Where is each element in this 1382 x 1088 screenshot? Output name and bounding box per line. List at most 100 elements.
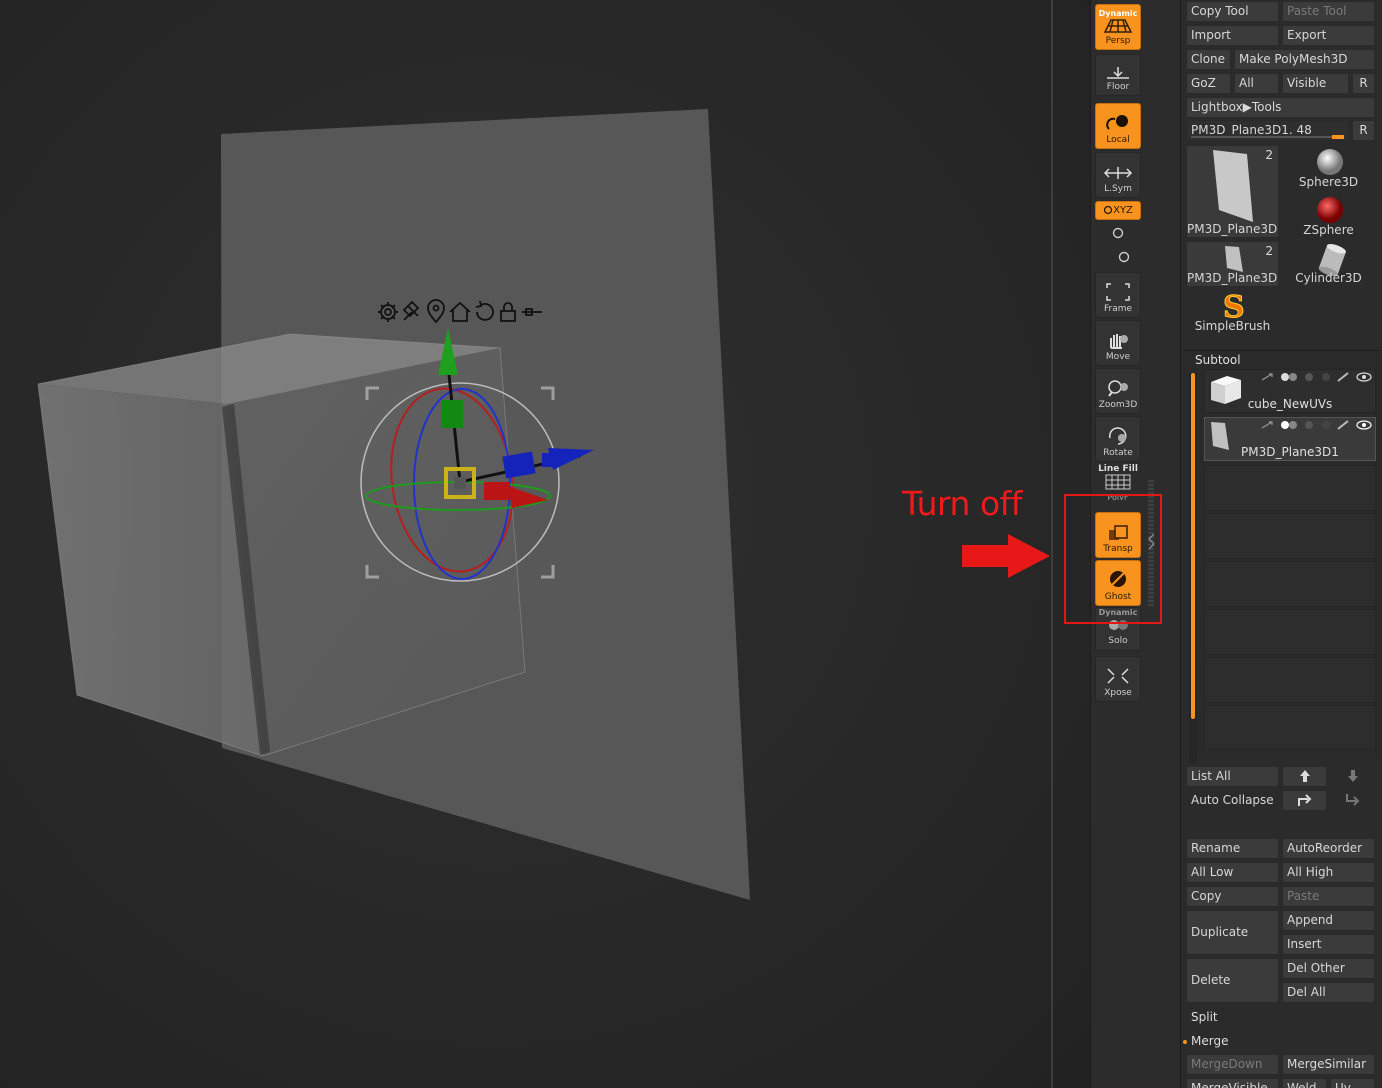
uv-button[interactable]: Uv (1330, 1078, 1375, 1088)
list-all-button[interactable]: List All (1186, 766, 1279, 787)
arrow-down-right-button[interactable] (1330, 790, 1375, 811)
split-section-header[interactable]: Split (1191, 1010, 1218, 1024)
subtool-palette: Subtool cube_NewUVs PM3D_Plane3D1 (1182, 350, 1380, 763)
delete-button[interactable]: Delete (1186, 958, 1279, 1003)
3d-viewport[interactable] (0, 0, 1090, 1088)
arrow-icon[interactable] (1260, 420, 1276, 430)
dynamic-icon[interactable] (1302, 372, 1316, 382)
floor-icon (1107, 67, 1129, 79)
xyz-label: XYZ (1113, 204, 1133, 216)
merge-section-header[interactable]: Merge (1183, 1034, 1228, 1048)
persp-button[interactable]: Dynamic Persp (1095, 4, 1141, 50)
brush-icon[interactable] (1336, 372, 1352, 382)
arrow-icon[interactable] (1260, 372, 1276, 382)
lightbox-tools-button[interactable]: Lightbox▶Tools (1186, 97, 1375, 118)
tool-thumb-cylinder3d[interactable]: Cylinder3D (1282, 241, 1375, 287)
move-down-button[interactable] (1330, 766, 1375, 787)
make-polymesh-button[interactable]: Make PolyMesh3D (1234, 49, 1375, 70)
merge-similar-button[interactable]: MergeSimilar (1282, 1054, 1375, 1075)
xyz-rotate-icon (1103, 205, 1113, 214)
tool-name: Sphere3D (1298, 175, 1359, 189)
subtool-item-cube[interactable]: cube_NewUVs (1204, 369, 1376, 413)
sphere-icon (1317, 149, 1343, 175)
all-high-button[interactable]: All High (1282, 862, 1375, 883)
eye-icon[interactable] (1355, 420, 1373, 430)
del-other-button[interactable]: Del Other (1282, 958, 1375, 979)
tool-thumb-plane-main[interactable]: 2 PM3D_Plane3D1 (1186, 145, 1279, 238)
export-button[interactable]: Export (1282, 25, 1375, 46)
zbrush-window: Turn off Dynamic Persp Floor Local L.Sym… (0, 0, 1382, 1088)
goz-r-button[interactable]: R (1352, 73, 1375, 94)
insert-button[interactable]: Insert (1282, 934, 1375, 955)
goz-visible-button[interactable]: Visible (1282, 73, 1349, 94)
tool-name: SimpleBrush (1194, 319, 1271, 333)
paste-tool-button[interactable]: Paste Tool (1282, 1, 1375, 22)
rename-button[interactable]: Rename (1186, 838, 1279, 859)
subtool-item-icons (1260, 420, 1373, 430)
expanded-dot-icon (1183, 1039, 1187, 1044)
tool-name: PM3D_Plane3D1 (1187, 222, 1278, 236)
xyz-button[interactable]: XYZ (1095, 201, 1141, 220)
local-button[interactable]: Local (1095, 103, 1141, 149)
weld-button[interactable]: Weld (1282, 1078, 1327, 1088)
current-tool-slider[interactable]: PM3D_Plane3D1. 48 (1186, 120, 1349, 141)
tool-thumb-simplebrush[interactable]: S SimpleBrush (1186, 289, 1279, 335)
subtool-empty-slot (1204, 561, 1376, 607)
zoom3d-button[interactable]: Zoom3D (1095, 368, 1141, 414)
frame-button[interactable]: Frame (1095, 272, 1141, 318)
subtool-item-icons (1260, 372, 1373, 382)
scene-canvas[interactable] (0, 0, 1090, 1088)
plane-thumbnail-icon (1225, 246, 1243, 272)
rotate-z-icon[interactable] (1116, 250, 1132, 264)
rotate-y-icon[interactable] (1110, 226, 1126, 240)
brush-icon[interactable] (1336, 420, 1352, 430)
tool-r-button[interactable]: R (1352, 120, 1375, 141)
floor-button[interactable]: Floor (1095, 54, 1141, 96)
lsym-icon (1103, 167, 1133, 179)
subtool-item-name: cube_NewUVs (1247, 397, 1333, 411)
eye-icon[interactable] (1355, 372, 1373, 382)
annotation-arrow-icon (962, 534, 1050, 578)
rotate-label: Rotate (1103, 448, 1133, 458)
all-low-button[interactable]: All Low (1186, 862, 1279, 883)
subtool-scrollbar[interactable] (1191, 373, 1195, 719)
goz-all-button[interactable]: All (1234, 73, 1279, 94)
move-up-button[interactable] (1282, 766, 1327, 787)
tool-slider-handle[interactable] (1332, 135, 1344, 139)
goz-button[interactable]: GoZ (1186, 73, 1231, 94)
tool-name: ZSphere (1303, 223, 1354, 237)
clone-button[interactable]: Clone (1186, 49, 1231, 70)
append-button[interactable]: Append (1282, 910, 1375, 931)
copy-button[interactable]: Copy (1186, 886, 1279, 907)
duplicate-button[interactable]: Duplicate (1186, 910, 1279, 955)
local-label: Local (1106, 135, 1130, 145)
import-button[interactable]: Import (1186, 25, 1279, 46)
auto-collapse-button[interactable]: Auto Collapse (1186, 790, 1279, 811)
tool-thumb-zsphere[interactable]: ZSphere (1282, 193, 1375, 239)
merge-visible-button[interactable]: MergeVisible (1186, 1078, 1279, 1088)
tool-thumb-plane-second[interactable]: 2 PM3D_Plane3D1 (1186, 241, 1279, 287)
auto-reorder-button[interactable]: AutoReorder (1282, 838, 1375, 859)
lsym-button[interactable]: L.Sym (1095, 152, 1141, 198)
solo-toggle-icon[interactable] (1319, 420, 1333, 430)
copy-tool-button[interactable]: Copy Tool (1186, 1, 1279, 22)
polypaint-toggle-icon[interactable] (1279, 372, 1299, 382)
dynamic-icon[interactable] (1302, 420, 1316, 430)
local-icon (1106, 115, 1128, 130)
polypaint-toggle-icon[interactable] (1279, 420, 1299, 430)
subtool-item-plane[interactable]: PM3D_Plane3D1 (1204, 417, 1376, 461)
subtool-item-name: PM3D_Plane3D1 (1241, 445, 1339, 459)
xpose-button[interactable]: Xpose (1095, 656, 1141, 702)
move-button[interactable]: Move (1095, 320, 1141, 366)
subtool-empty-slot (1204, 513, 1376, 559)
merge-down-button[interactable]: MergeDown (1186, 1054, 1279, 1075)
arrow-up-right-button[interactable] (1282, 790, 1327, 811)
del-all-button[interactable]: Del All (1282, 982, 1375, 1003)
rotate-button[interactable]: Rotate (1095, 416, 1141, 462)
simplebrush-s-icon: S (1223, 290, 1246, 322)
tool-thumb-sphere3d[interactable]: Sphere3D (1282, 145, 1375, 191)
annotation-highlight-box (1064, 494, 1162, 624)
paste-button[interactable]: Paste (1282, 886, 1375, 907)
magnifier-icon (1108, 380, 1128, 397)
solo-toggle-icon[interactable] (1319, 372, 1333, 382)
